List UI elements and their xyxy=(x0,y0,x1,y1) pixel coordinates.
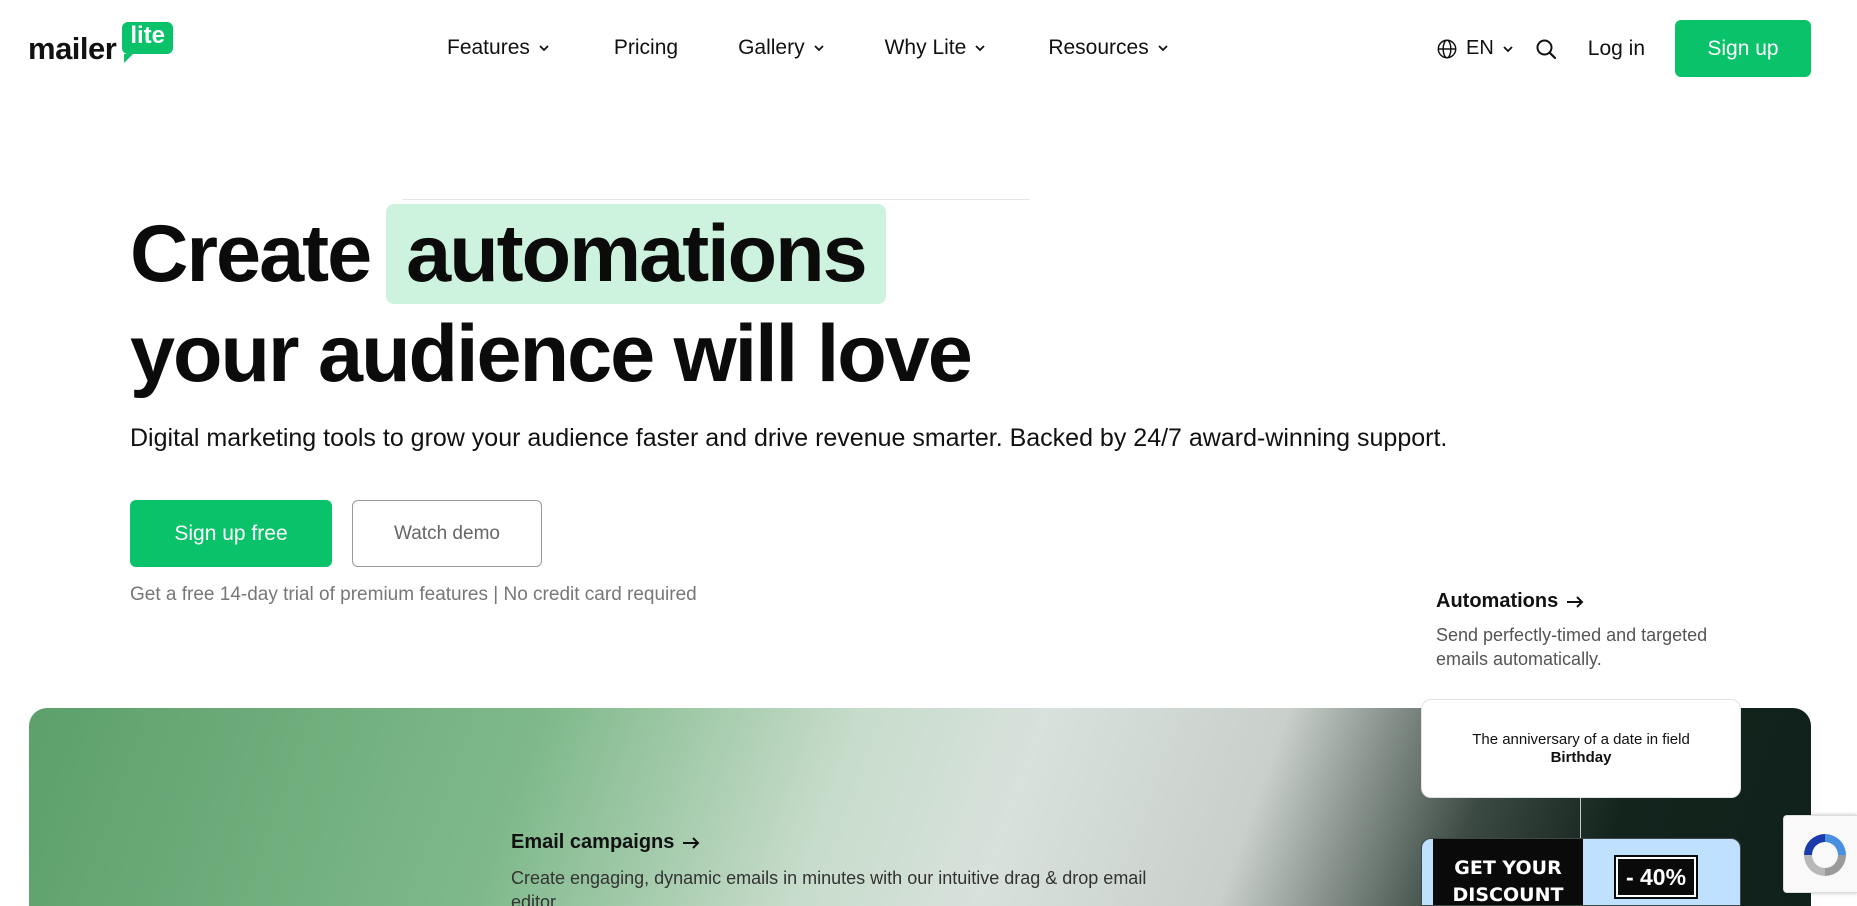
globe-icon xyxy=(1437,39,1457,58)
hero-title-line-1: Create automations xyxy=(130,204,971,304)
trigger-field-name: Birthday xyxy=(1550,748,1612,766)
discount-email-preview: GET YOUR DISCOUNT - 40% xyxy=(1421,838,1741,906)
hero-decorative-line xyxy=(402,199,1030,200)
signup-free-button[interactable]: Sign up free xyxy=(130,500,332,567)
arrow-right-icon xyxy=(683,836,700,849)
automation-connector-line xyxy=(1580,798,1581,838)
watch-demo-button[interactable]: Watch demo xyxy=(352,500,542,567)
menu-item-label: Gallery xyxy=(738,36,805,59)
menu-item-label: Why Lite xyxy=(884,36,967,59)
discount-headline: GET YOUR DISCOUNT xyxy=(1433,839,1583,906)
hero-title-prefix: Create xyxy=(130,209,372,299)
email-campaigns-title-row: Email campaigns xyxy=(511,831,1151,854)
logo-badge: lite xyxy=(122,22,174,63)
trial-note: Get a free 14-day trial of premium featu… xyxy=(130,584,697,605)
menu-item-gallery[interactable]: Gallery xyxy=(738,36,825,60)
automations-description: Send perfectly-timed and targeted emails… xyxy=(1436,625,1708,669)
automations-title-row: Automations xyxy=(1436,590,1746,613)
signup-button[interactable]: Sign up xyxy=(1675,20,1811,77)
automations-title: Automations xyxy=(1436,590,1559,612)
menu-item-label: Features xyxy=(447,36,530,59)
automation-trigger-text: The anniversary of a date in field Birth… xyxy=(1462,731,1700,767)
discount-line-1: GET YOUR xyxy=(1454,857,1562,879)
main-menu: Features Pricing Gallery Why Lite Resour… xyxy=(447,30,1169,66)
recaptcha-badge[interactable] xyxy=(1783,815,1857,893)
menu-item-label: Resources xyxy=(1048,36,1149,59)
menu-item-features[interactable]: Features xyxy=(447,36,550,60)
automations-feature[interactable]: Automations Send perfectly-timed and tar… xyxy=(1436,590,1746,671)
menu-item-pricing[interactable]: Pricing xyxy=(614,36,678,60)
hero-title-line-2: your audience will love xyxy=(130,309,973,399)
discount-line-2: DISCOUNT xyxy=(1452,884,1564,906)
email-campaigns-title: Email campaigns xyxy=(511,831,675,853)
email-campaigns-description: Create engaging, dynamic emails in minut… xyxy=(511,868,1147,906)
chevron-down-icon xyxy=(539,45,549,52)
nav-actions: EN Log in Sign up xyxy=(1436,20,1857,77)
trigger-text-prefix: The anniversary of a date in field xyxy=(1472,730,1690,748)
recaptcha-icon xyxy=(1804,834,1846,876)
language-label: EN xyxy=(1465,37,1494,59)
arrow-right-icon xyxy=(1567,595,1584,608)
discount-badge: - 40% xyxy=(1614,855,1698,899)
menu-item-label: Pricing xyxy=(613,36,679,59)
chevron-down-icon xyxy=(1158,45,1168,52)
chevron-down-icon xyxy=(813,45,824,52)
chevron-down-icon xyxy=(1503,45,1513,52)
hero-title: Create automations your audience will lov… xyxy=(130,204,973,404)
mailerlite-logo[interactable]: mailer lite xyxy=(28,20,174,70)
search-icon[interactable] xyxy=(1534,37,1558,61)
language-selector[interactable]: EN xyxy=(1436,37,1514,60)
chevron-down-icon xyxy=(975,45,985,52)
login-link[interactable]: Log in xyxy=(1588,37,1645,61)
automation-trigger-card: The anniversary of a date in field Birth… xyxy=(1421,699,1741,798)
hero-title-highlight: automations xyxy=(386,204,886,304)
menu-item-why-lite[interactable]: Why Lite xyxy=(885,36,987,60)
hero-subtitle: Digital marketing tools to grow your aud… xyxy=(130,424,1448,452)
email-campaigns-feature[interactable]: Email campaigns Create engaging, dynamic… xyxy=(511,831,1151,906)
top-navigation: mailer lite Features Pricing Gallery Why… xyxy=(0,0,1857,96)
logo-wordmark: mailer xyxy=(28,31,117,66)
menu-item-resources[interactable]: Resources xyxy=(1048,36,1168,60)
